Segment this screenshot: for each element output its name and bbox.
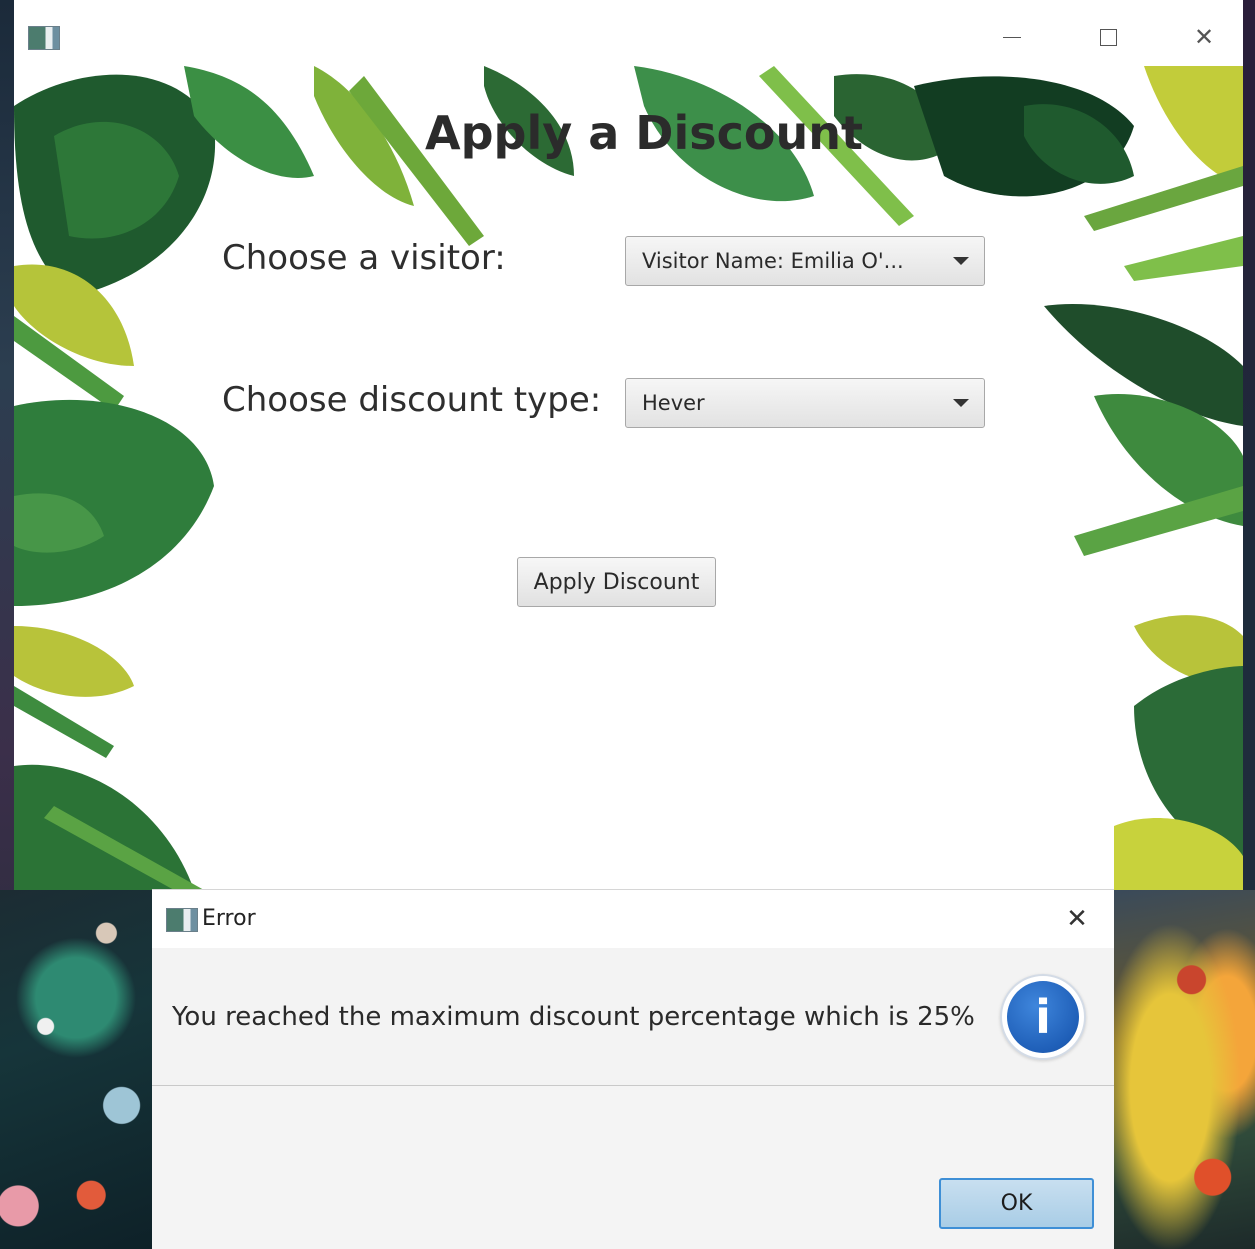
leaf-decoration — [1144, 66, 1243, 186]
app-icon — [166, 908, 198, 932]
leaf-decoration — [14, 686, 114, 758]
discount-type-label: Choose discount type: — [222, 380, 602, 420]
ok-button[interactable]: OK — [939, 1178, 1094, 1229]
chevron-down-icon — [953, 399, 969, 407]
tropical-leaves-background — [14, 66, 1243, 890]
dialog-message: You reached the maximum discount percent… — [172, 1002, 975, 1032]
leaf-decoration — [1124, 236, 1243, 281]
window-titlebar[interactable]: ✕ — [14, 8, 1243, 66]
dialog-title: Error — [202, 906, 256, 931]
error-dialog: Error ✕ You reached the maximum discount… — [152, 890, 1114, 1249]
desktop-wallpaper-bottom-right — [1114, 890, 1255, 1249]
visitor-select[interactable]: Visitor Name: Emilia O'... — [625, 236, 985, 286]
app-icon — [28, 26, 60, 50]
maximize-icon — [1099, 28, 1117, 46]
info-icon: i — [1000, 974, 1086, 1060]
leaf-decoration — [1074, 486, 1243, 556]
desktop-wallpaper-bottom-left — [0, 890, 152, 1249]
apply-discount-window: ✕ Apply a Discount Choose a visitor: Vis… — [14, 8, 1243, 890]
dialog-header: You reached the maximum discount percent… — [152, 948, 1114, 1086]
apply-discount-button[interactable]: Apply Discount — [517, 557, 716, 607]
dialog-titlebar[interactable]: Error ✕ — [152, 890, 1114, 948]
visitor-label: Choose a visitor: — [222, 238, 506, 278]
minimize-button[interactable] — [964, 8, 1060, 66]
minimize-icon — [1003, 36, 1021, 38]
window-content: Apply a Discount Choose a visitor: Visit… — [14, 66, 1243, 890]
visitor-select-value: Visitor Name: Emilia O'... — [642, 249, 904, 273]
close-icon: ✕ — [1066, 904, 1088, 934]
page-title: Apply a Discount — [425, 106, 863, 160]
maximize-button[interactable] — [1060, 8, 1156, 66]
close-icon: ✕ — [1193, 23, 1215, 51]
chevron-down-icon — [953, 257, 969, 265]
close-button[interactable]: ✕ — [1156, 8, 1243, 66]
discount-type-select[interactable]: Hever — [625, 378, 985, 428]
leaf-decoration — [14, 626, 134, 697]
discount-type-select-value: Hever — [642, 391, 705, 415]
dialog-close-button[interactable]: ✕ — [1052, 900, 1102, 938]
